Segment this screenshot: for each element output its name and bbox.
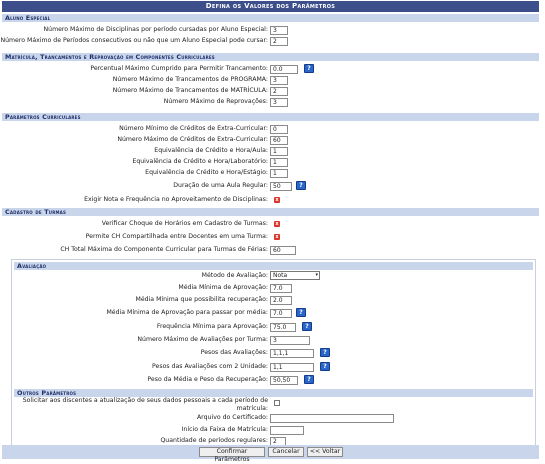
pesos-label: Pesos das Avaliações:: [200, 349, 268, 356]
max-extra-label: Número Máximo de Créditos de Extra-Curri…: [117, 136, 268, 143]
equiv-aula-label: Equivalência de Crédito e Hora/Aula:: [154, 147, 268, 154]
help-icon[interactable]: ?: [304, 375, 314, 384]
metodo-avaliacao-select[interactable]: Nota ▾: [270, 271, 320, 280]
trancamentos-matricula-input[interactable]: 2: [270, 87, 288, 96]
equiv-lab-label: Equivalência de Crédito e Hora/Laboratór…: [132, 158, 268, 165]
max-extra-input[interactable]: 60: [270, 136, 288, 145]
percentual-trancamento-label: Percentual Máximo Cumprido para Permitir…: [90, 65, 268, 72]
help-icon[interactable]: ?: [296, 308, 306, 317]
pesos-2-input[interactable]: 1,1: [270, 363, 314, 372]
reprovacoes-input[interactable]: 3: [270, 98, 288, 107]
section-cadastro-turmas: Cadastro de Turmas: [2, 208, 539, 216]
percentual-trancamento-input[interactable]: 0.0: [270, 65, 298, 74]
peso-media-rec-label: Peso da Média e Peso da Recuperação:: [147, 376, 268, 383]
duracao-aula-input[interactable]: 50: [270, 182, 292, 191]
inicio-faixa-label: Início da Faixa de Matrícula:: [181, 426, 268, 433]
help-icon[interactable]: ?: [320, 348, 330, 357]
exigir-nota-label: Exigir Nota e Frequência no Aproveitamen…: [84, 196, 268, 203]
media-aprovacao-input[interactable]: 7.0: [270, 284, 292, 293]
x-mark-icon[interactable]: x: [274, 197, 280, 203]
atualizacao-label-line1: Solicitar aos discentes a atualização de…: [22, 397, 268, 404]
media-aprovacao-label: Média Mínima de Aprovação:: [178, 284, 268, 291]
min-extra-label: Número Mínimo de Créditos de Extra-Curri…: [119, 125, 268, 132]
trancamentos-programa-label: Número Máximo de Trancamentos de PROGRAM…: [112, 76, 268, 83]
duracao-aula-label: Duração de uma Aula Regular:: [173, 182, 268, 189]
max-disciplinas-input[interactable]: 3: [270, 26, 288, 35]
section-outros-parametros: Outros Parâmetros: [14, 389, 533, 397]
trancamentos-programa-input[interactable]: 3: [270, 76, 288, 85]
x-mark-icon[interactable]: x: [274, 221, 280, 227]
media-passar-input[interactable]: 7.0: [270, 309, 292, 318]
ch-ferias-label: CH Total Máxima do Componente Curricular…: [60, 246, 268, 253]
atualizacao-label: Solicitar aos discentes a atualização de…: [23, 397, 268, 413]
equiv-estagio-input[interactable]: 1: [270, 169, 288, 178]
min-extra-input[interactable]: 0: [270, 125, 288, 134]
frequencia-label: Frequência Mínima para Aprovação:: [156, 323, 268, 330]
media-recuperacao-label: Média Mínima que possibilita recuperação…: [135, 296, 268, 303]
pesos-input[interactable]: 1,1,1: [270, 349, 314, 358]
help-icon[interactable]: ?: [304, 64, 314, 73]
peso-media-rec-input[interactable]: 50,50: [270, 376, 298, 385]
max-disciplinas-label: Número Máximo de Disciplinas por período…: [43, 26, 268, 33]
trancamentos-matricula-label: Número Máximo de Trancamentos de MATRÍCU…: [112, 87, 268, 94]
max-avaliacoes-label: Número Máximo de Avaliações por Turma:: [137, 336, 268, 343]
media-recuperacao-input[interactable]: 2.0: [270, 296, 292, 305]
media-passar-label: Média Mínima de Aprovação para passar po…: [106, 309, 268, 316]
frequencia-input[interactable]: 75.0: [270, 323, 296, 332]
help-icon[interactable]: ?: [320, 362, 330, 371]
ch-ferias-input[interactable]: 60: [270, 246, 296, 255]
x-mark-icon[interactable]: x: [274, 234, 280, 240]
page-title: Defina os Valores dos Parâmetros: [2, 1, 539, 12]
help-icon[interactable]: ?: [302, 322, 312, 331]
voltar-button[interactable]: << Voltar: [307, 447, 343, 457]
max-periodos-input[interactable]: 2: [270, 37, 288, 46]
cancelar-button[interactable]: Cancelar: [268, 447, 304, 457]
help-icon[interactable]: ?: [296, 181, 306, 190]
equiv-estagio-label: Equivalência de Crédito e Hora/Estágio:: [145, 169, 268, 176]
section-parametros-curriculares: Parâmetros Curriculares: [2, 113, 539, 121]
equiv-aula-input[interactable]: 1: [270, 147, 288, 156]
inicio-faixa-input[interactable]: [270, 426, 304, 435]
atualizacao-checkbox[interactable]: [274, 400, 280, 406]
certificado-input[interactable]: [270, 414, 394, 423]
metodo-avaliacao-label: Método de Avaliação:: [201, 272, 268, 279]
equiv-lab-input[interactable]: 1: [270, 158, 288, 167]
max-periodos-label: Número Máximo de Períodos consecutivos o…: [0, 37, 268, 44]
max-avaliacoes-input[interactable]: 3: [270, 336, 310, 345]
pesos-2-label: Pesos das Avaliações com 2 Unidade:: [152, 363, 268, 370]
confirmar-button[interactable]: Confirmar Parâmetros: [199, 447, 265, 463]
section-avaliacao: Avaliação: [14, 262, 533, 270]
section-aluno-especial: Aluno Especial: [2, 14, 539, 22]
atualizacao-label-line2: matrícula:: [236, 405, 268, 412]
certificado-label: Arquivo do Certificado:: [196, 414, 268, 421]
choque-horarios-label: Verificar Choque de Horários em Cadastro…: [101, 220, 268, 227]
ch-compartilhada-label: Permite CH Compartilhada entre Docentes …: [85, 233, 268, 240]
metodo-avaliacao-value: Nota: [273, 272, 288, 279]
section-matricula: Matrícula, Trancamentos e Reprovação em …: [2, 53, 539, 61]
reprovacoes-label: Número Máximo de Reprovações:: [163, 98, 268, 105]
chevron-down-icon: ▾: [315, 272, 318, 278]
